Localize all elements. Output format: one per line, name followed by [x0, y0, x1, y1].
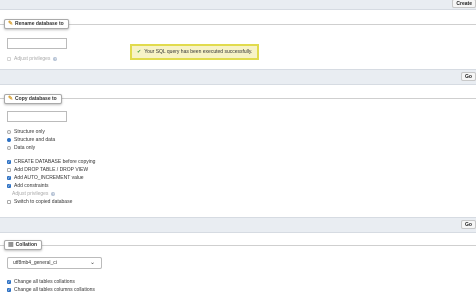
check-add-auto-increment[interactable]: ✓ Add AUTO_INCREMENT value [7, 175, 84, 181]
radio-button[interactable] [7, 146, 11, 150]
rename-adjust-privileges: Adjust privileges ? [7, 56, 58, 62]
radio-button[interactable] [7, 138, 11, 142]
checkbox[interactable]: ✓ [7, 176, 11, 180]
rename-go-button[interactable]: Go [461, 72, 476, 81]
copy-legend: ✎ Copy database to [4, 94, 62, 104]
radio-structure-only[interactable]: Structure only [7, 129, 45, 135]
check-change-columns-collations[interactable]: ✓ Change all tables columns collations [7, 287, 95, 293]
rename-legend: ✎ Rename database to [4, 19, 69, 29]
copy-footer-bar: Go [0, 217, 476, 233]
checkbox[interactable]: ✓ [7, 184, 11, 188]
top-action-bar: Create [0, 0, 476, 10]
copy-section-top [0, 98, 476, 99]
radio-data-only[interactable]: Data only [7, 145, 35, 151]
check-adjust-privileges: Adjust privileges ? [12, 191, 56, 197]
checkbox [7, 57, 11, 61]
collation-select[interactable]: utf8mb4_general_ci ⌄ [7, 257, 102, 269]
checkbox[interactable]: ✓ [7, 280, 11, 284]
rename-footer-bar: Go [0, 69, 476, 85]
create-button[interactable]: Create [452, 0, 476, 8]
radio-structure-and-data[interactable]: Structure and data [7, 137, 55, 143]
rename-section-top [0, 24, 476, 25]
collation-legend: ▦ Collation [4, 240, 43, 250]
check-add-constraints[interactable]: ✓ Add constraints [7, 183, 48, 189]
success-toast: ✔ Your SQL query has been executed succe… [130, 44, 259, 60]
pencil-icon: ✎ [8, 21, 14, 27]
check-icon: ✔ [137, 49, 142, 55]
checkbox[interactable]: ✓ [7, 288, 11, 292]
checkbox[interactable] [7, 168, 11, 172]
chevron-down-icon: ⌄ [89, 260, 95, 266]
help-icon[interactable]: ? [53, 57, 58, 61]
help-icon[interactable]: ? [51, 192, 56, 196]
copy-database-input[interactable] [7, 111, 67, 122]
check-change-tables-collations[interactable]: ✓ Change all tables collations [7, 279, 75, 285]
check-create-database[interactable]: ✓ CREATE DATABASE before copying [7, 159, 95, 165]
check-add-drop-table[interactable]: Add DROP TABLE / DROP VIEW [7, 167, 88, 173]
check-switch-database[interactable]: Switch to copied database [7, 199, 72, 205]
rename-database-input[interactable] [7, 38, 67, 49]
collation-section-top [0, 245, 476, 246]
pencil-icon: ✎ [8, 96, 14, 102]
checkbox[interactable] [7, 200, 11, 204]
radio-button[interactable] [7, 130, 11, 134]
collation-icon: ▦ [8, 242, 14, 248]
checkbox[interactable]: ✓ [7, 160, 11, 164]
copy-go-button[interactable]: Go [461, 220, 476, 229]
